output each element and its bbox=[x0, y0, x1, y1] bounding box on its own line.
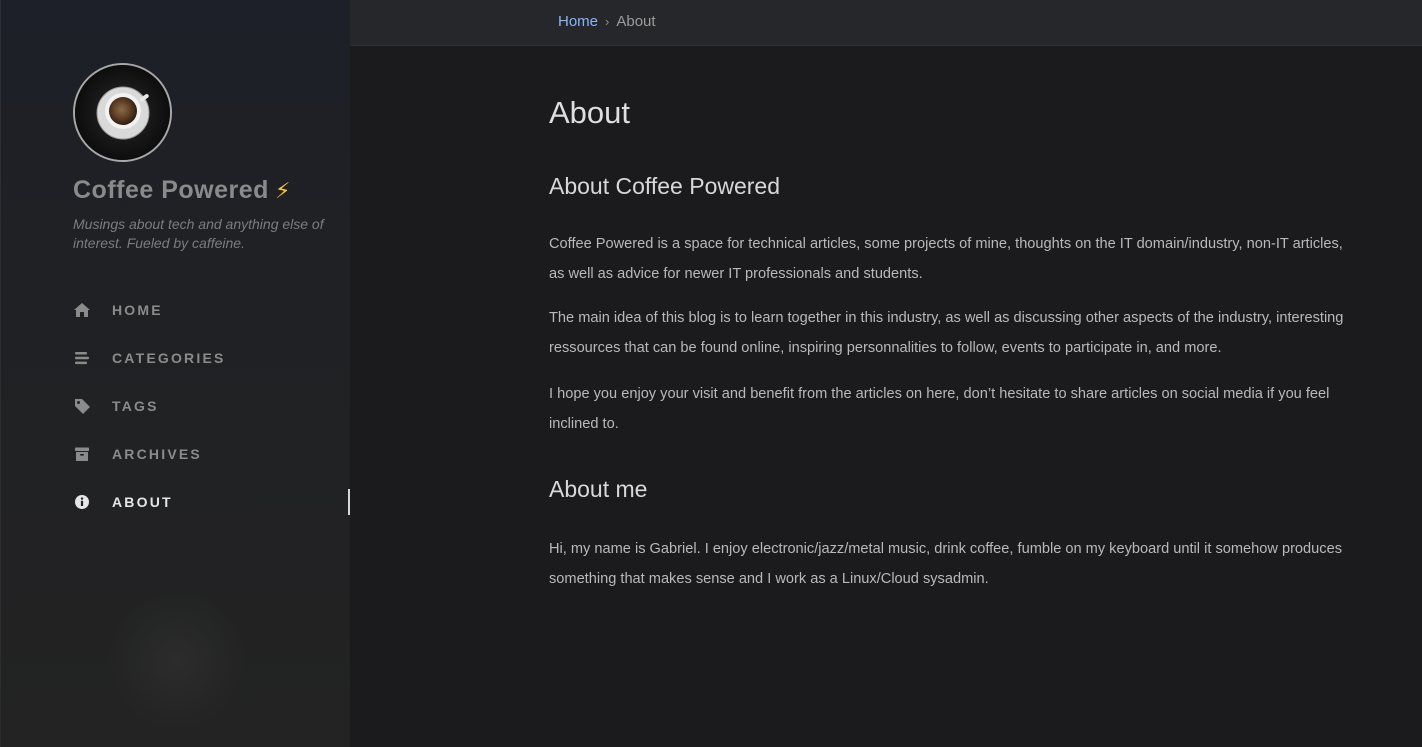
breadcrumb-current: About bbox=[616, 13, 656, 30]
paragraph: Hi, my name is Gabriel. I enjoy electron… bbox=[549, 541, 1342, 587]
breadcrumb: Home › About bbox=[558, 13, 656, 30]
sidebar-item-tags[interactable]: TAGS bbox=[1, 382, 351, 430]
section-heading-about-coffee-powered: About Coffee Powered bbox=[549, 173, 781, 199]
paragraph: Coffee Powered is a space for technical … bbox=[549, 236, 1343, 282]
sidebar-decoration bbox=[107, 590, 247, 730]
sidebar-nav: HOME CATEGORIES TAGS ARCHIVES ABOUT bbox=[1, 286, 351, 526]
site-title[interactable]: Coffee Powered ⚡ bbox=[73, 176, 291, 205]
main-content: About About Coffee Powered Coffee Powere… bbox=[549, 90, 1359, 594]
sidebar-item-archives[interactable]: ARCHIVES bbox=[1, 430, 351, 478]
topbar: Home › About bbox=[350, 0, 1422, 46]
breadcrumb-home-link[interactable]: Home bbox=[558, 13, 598, 30]
avatar[interactable] bbox=[73, 63, 172, 162]
site-tagline: Musings about tech and anything else of … bbox=[73, 216, 324, 251]
page-title: About bbox=[549, 95, 631, 130]
sidebar-item-label: ABOUT bbox=[112, 494, 173, 510]
lightning-bolt-emoji: ⚡ bbox=[274, 178, 291, 203]
sidebar-item-label: HOME bbox=[112, 302, 163, 318]
sidebar-item-about[interactable]: ABOUT bbox=[1, 478, 351, 526]
sidebar-item-label: TAGS bbox=[112, 398, 159, 414]
paragraph: The main idea of this blog is to learn t… bbox=[549, 310, 1344, 356]
paragraph: I hope you enjoy your visit and benefit … bbox=[549, 386, 1330, 432]
sidebar-item-label: ARCHIVES bbox=[112, 446, 202, 462]
stream-icon bbox=[73, 349, 91, 367]
tag-icon bbox=[73, 397, 91, 415]
sidebar-item-home[interactable]: HOME bbox=[1, 286, 351, 334]
breadcrumb-separator: › bbox=[605, 14, 610, 29]
sidebar-item-label: CATEGORIES bbox=[112, 350, 226, 366]
coffee-cup-image bbox=[75, 65, 170, 160]
info-circle-icon bbox=[73, 493, 91, 511]
sidebar-item-categories[interactable]: CATEGORIES bbox=[1, 334, 351, 382]
active-indicator bbox=[348, 489, 350, 515]
site-title-text: Coffee Powered bbox=[73, 176, 269, 204]
archive-icon bbox=[73, 445, 91, 463]
section-heading-about-me: About me bbox=[549, 476, 648, 502]
home-icon bbox=[73, 301, 91, 319]
sidebar: Coffee Powered ⚡ Musings about tech and a… bbox=[0, 0, 350, 747]
